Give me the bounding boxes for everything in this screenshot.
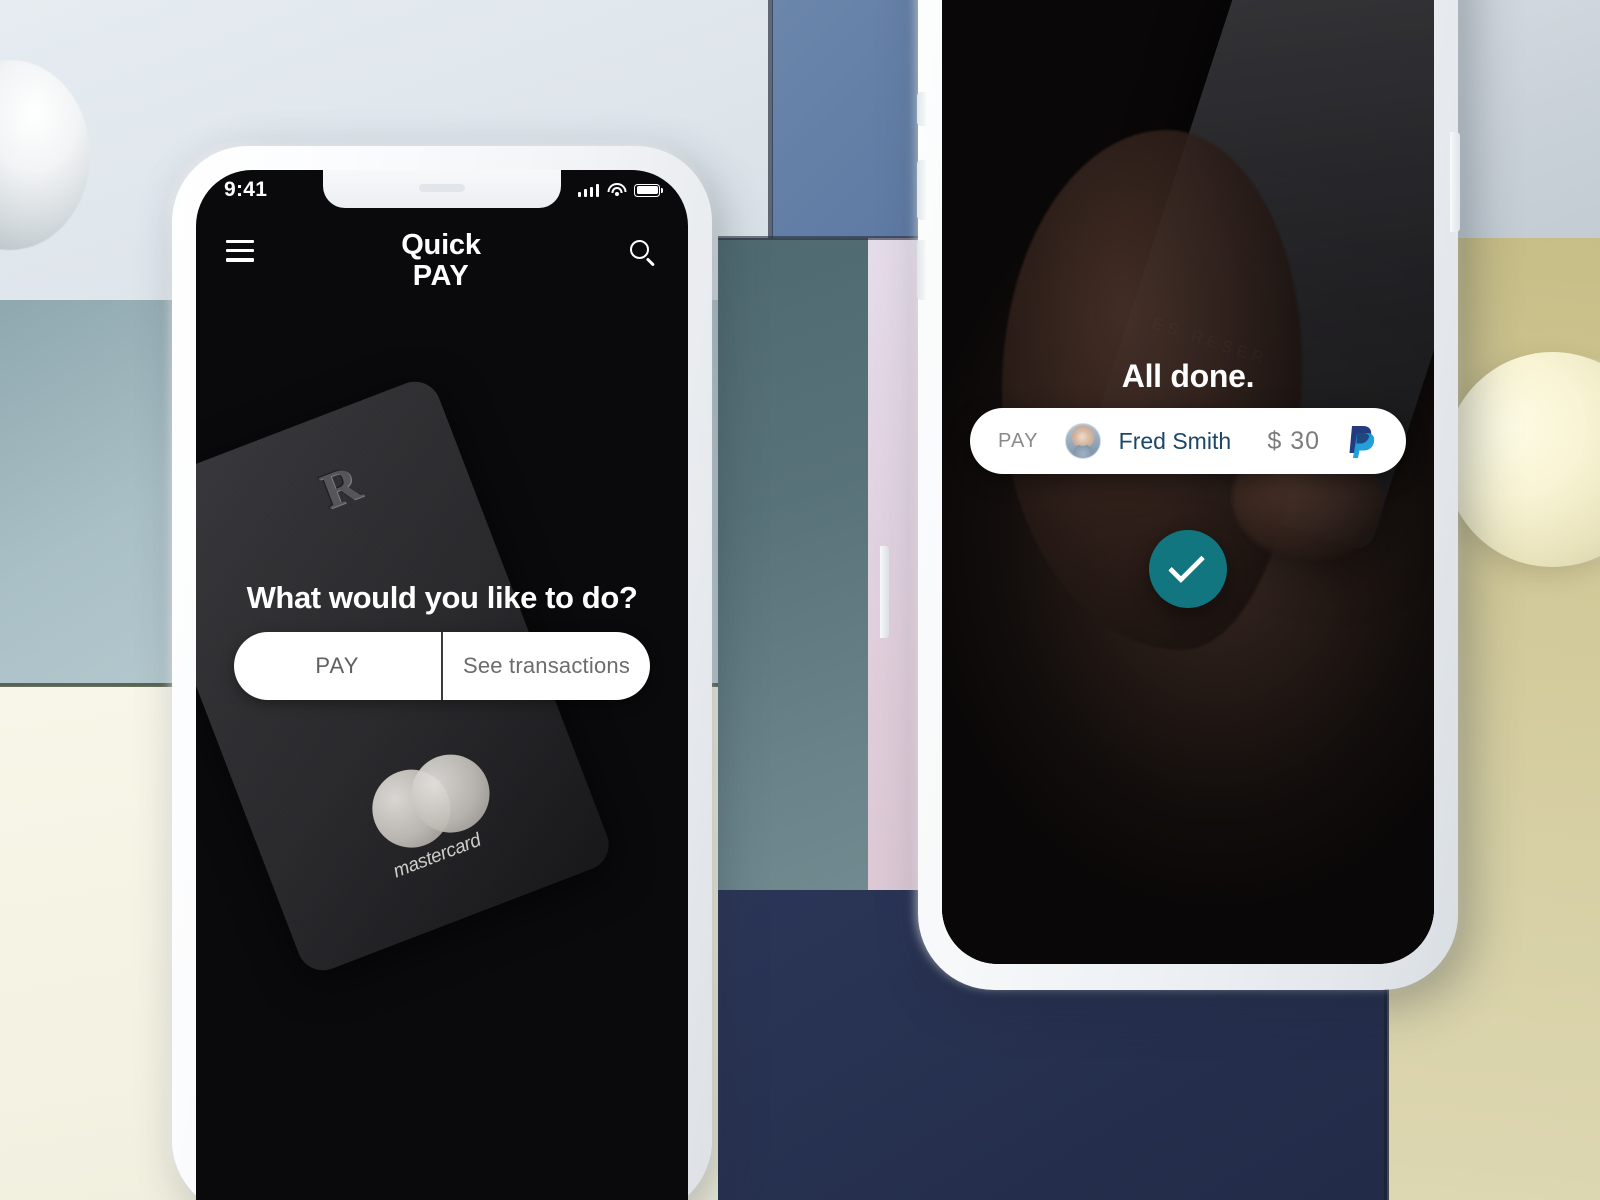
currency-symbol: $ <box>1267 426 1283 455</box>
phone-device-right: ES RESER PAY All done. PAY Fred Smith $ … <box>917 0 1460 990</box>
app-title-line2: PAY <box>412 260 470 293</box>
payment-action-label: PAY <box>998 429 1039 452</box>
avatar <box>1064 423 1101 459</box>
pay-button[interactable]: PAY <box>234 632 441 700</box>
app-header-left: Quick PAY <box>196 218 688 308</box>
search-icon-handle <box>646 257 655 267</box>
phone-right-power-button[interactable] <box>1450 132 1460 232</box>
phone-right-screen: ES RESER PAY All done. PAY Fred Smith $ … <box>942 0 1434 964</box>
earpiece-speaker <box>419 184 465 192</box>
bg-divider-vertical <box>768 0 773 240</box>
payment-amount: $ 30 <box>1267 427 1320 456</box>
phone-right-volume-up[interactable] <box>917 160 926 220</box>
phone-right-mute-switch[interactable] <box>917 92 926 126</box>
prompt-question: What would you like to do? <box>246 580 638 615</box>
search-icon-ring <box>630 240 649 259</box>
see-transactions-button[interactable]: See transactions <box>443 632 650 700</box>
battery-full-icon <box>634 183 663 197</box>
device-notch <box>323 170 561 208</box>
check-mark <box>1168 546 1205 584</box>
app-title-line1: Quick <box>401 229 481 261</box>
confirmation-title: All done. <box>1121 358 1255 394</box>
page-title: Quick PAY <box>401 229 481 293</box>
paypal-icon <box>1346 424 1378 458</box>
payment-summary-card[interactable]: PAY Fred Smith $ 30 <box>970 408 1406 474</box>
cellular-bars-icon <box>577 183 599 197</box>
status-indicators <box>577 183 663 197</box>
phone-device-left: R mastercard 9:41 Quick PAY What would y… <box>172 146 889 1200</box>
check-circle-icon <box>1149 530 1227 608</box>
recipient-name: Fred Smith <box>1118 427 1232 454</box>
bg-panel-teal <box>718 238 868 892</box>
search-icon[interactable] <box>628 238 658 268</box>
phone-left-screen: R mastercard 9:41 Quick PAY What would y… <box>196 170 688 1200</box>
hamburger-menu-icon[interactable] <box>226 232 254 262</box>
action-choice-group: PAY See transactions <box>234 632 650 700</box>
phone-right-volume-down[interactable] <box>917 240 926 300</box>
status-time: 9:41 <box>224 178 268 201</box>
amount-value: 30 <box>1290 426 1320 455</box>
phone-left-power-button[interactable] <box>880 546 889 638</box>
wifi-icon <box>607 183 626 197</box>
